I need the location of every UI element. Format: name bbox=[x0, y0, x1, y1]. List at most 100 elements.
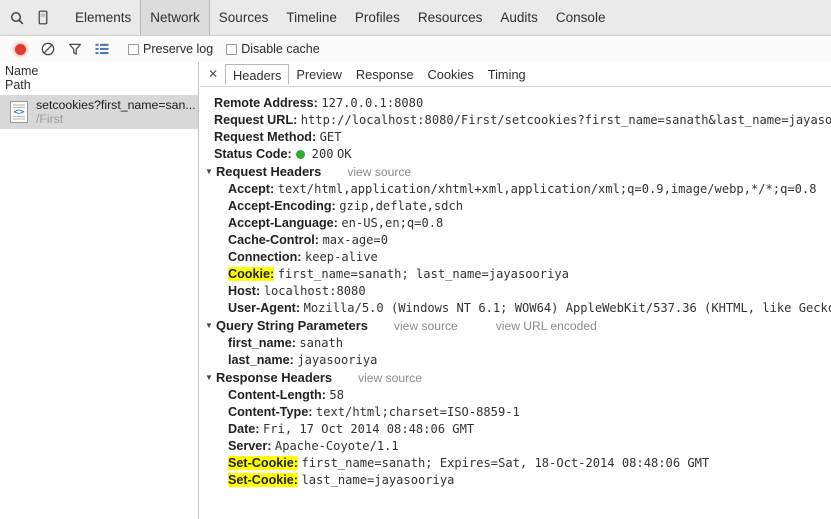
query-row-first-name: first_name: sanath bbox=[200, 335, 831, 352]
remote-address-row: Remote Address: 127.0.0.1:8080 bbox=[200, 95, 831, 112]
chevron-down-icon: ▼ bbox=[205, 167, 213, 177]
tab-console[interactable]: Console bbox=[547, 0, 615, 35]
last-name-value: jayasooriya bbox=[297, 353, 378, 367]
header-row-connection: Connection: keep-alive bbox=[200, 249, 831, 266]
response-headers-view-source[interactable]: view source bbox=[358, 371, 422, 385]
tab-audits[interactable]: Audits bbox=[491, 0, 547, 35]
connection-key: Connection: bbox=[228, 250, 302, 264]
request-detail-panel: ✕ Headers Preview Response Cookies Timin… bbox=[200, 62, 831, 519]
query-string-view-source[interactable]: view source bbox=[394, 319, 458, 333]
accept-encoding-key: Accept-Encoding: bbox=[228, 199, 336, 213]
disable-cache-checkbox[interactable]: Disable cache bbox=[226, 42, 320, 56]
status-ok-icon bbox=[296, 149, 306, 159]
cache-control-value: max-age=0 bbox=[322, 233, 388, 247]
first-name-key: first_name: bbox=[228, 336, 296, 350]
content-length-key: Content-Length: bbox=[228, 388, 326, 402]
header-row-accept-encoding: Accept-Encoding: gzip,deflate,sdch bbox=[200, 198, 831, 215]
status-code-value: 200 bbox=[311, 147, 334, 161]
set-cookie-key-2: Set-Cookie: bbox=[228, 473, 298, 487]
tab-elements[interactable]: Elements bbox=[66, 0, 140, 35]
device-toggle-icon[interactable] bbox=[30, 5, 56, 31]
close-icon[interactable]: ✕ bbox=[205, 66, 221, 82]
preserve-log-label: Preserve log bbox=[143, 42, 214, 56]
request-headers-view-source[interactable]: view source bbox=[347, 165, 411, 179]
status-code-text: OK bbox=[337, 147, 352, 161]
status-code-row: Status Code: 200 OK bbox=[200, 146, 831, 163]
network-toolbar: Preserve log Disable cache bbox=[0, 36, 831, 62]
last-name-key: last_name: bbox=[228, 353, 294, 367]
header-row-date: Date: Fri, 17 Oct 2014 08:48:06 GMT bbox=[200, 421, 831, 438]
list-view-icon[interactable] bbox=[88, 38, 115, 60]
host-value: localhost:8080 bbox=[263, 284, 366, 298]
header-row-set-cookie-1: Set-Cookie: first_name=sanath; Expires=S… bbox=[200, 455, 831, 472]
query-string-section-header[interactable]: ▼ Query String Parameters view source view … bbox=[200, 317, 831, 335]
request-url-key: Request URL: bbox=[214, 113, 298, 127]
header-row-content-type: Content-Type: text/html;charset=ISO-8859… bbox=[200, 404, 831, 421]
record-icon[interactable] bbox=[7, 38, 34, 60]
svg-text:<>: <> bbox=[14, 108, 25, 118]
request-url-row: Request URL: http://localhost:8080/First… bbox=[200, 112, 831, 129]
request-name: setcookies?first_name=san... bbox=[36, 98, 196, 112]
header-row-accept: Accept: text/html,application/xhtml+xml,… bbox=[200, 181, 831, 198]
request-path: /First bbox=[36, 112, 64, 126]
tab-profiles[interactable]: Profiles bbox=[346, 0, 409, 35]
chevron-down-icon: ▼ bbox=[205, 321, 213, 331]
accept-language-value: en-US,en;q=0.8 bbox=[341, 216, 444, 230]
request-list-header: Name Path bbox=[0, 62, 198, 95]
request-url-value: http://localhost:8080/First/setcookies?f… bbox=[300, 113, 831, 127]
clear-icon[interactable] bbox=[34, 38, 61, 60]
accept-key: Accept: bbox=[228, 182, 275, 196]
cache-control-key: Cache-Control: bbox=[228, 233, 319, 247]
remote-address-value: 127.0.0.1:8080 bbox=[321, 96, 424, 110]
tab-timing[interactable]: Timing bbox=[481, 64, 533, 85]
detail-tab-bar: ✕ Headers Preview Response Cookies Timin… bbox=[200, 62, 831, 87]
column-header-path[interactable]: Path bbox=[5, 78, 198, 92]
tab-cookies[interactable]: Cookies bbox=[421, 64, 481, 85]
tab-preview[interactable]: Preview bbox=[289, 64, 349, 85]
content-type-value: text/html;charset=ISO-8859-1 bbox=[315, 405, 520, 419]
tab-timeline[interactable]: Timeline bbox=[277, 0, 346, 35]
user-agent-key: User-Agent: bbox=[228, 301, 301, 315]
panel-tab-list: Elements Network Sources Timeline Profil… bbox=[66, 0, 614, 35]
header-row-cookie: Cookie: first_name=sanath; last_name=jay… bbox=[200, 266, 831, 283]
query-string-view-url-encoded[interactable]: view URL encoded bbox=[496, 319, 597, 333]
devtools-window: Elements Network Sources Timeline Profil… bbox=[0, 0, 831, 519]
tab-headers[interactable]: Headers bbox=[225, 63, 290, 85]
host-key: Host: bbox=[228, 284, 261, 298]
response-headers-section-header[interactable]: ▼ Response Headers view source bbox=[200, 369, 831, 387]
request-headers-section-header[interactable]: ▼ Request Headers view source bbox=[200, 163, 831, 181]
tab-resources[interactable]: Resources bbox=[409, 0, 492, 35]
set-cookie-value-1: first_name=sanath; Expires=Sat, 18-Oct-2… bbox=[301, 456, 710, 470]
set-cookie-value-2: last_name=jayasooriya bbox=[301, 473, 455, 487]
request-list-panel: Name Path <> setcookies?first_name=san..… bbox=[0, 62, 199, 519]
tab-response[interactable]: Response bbox=[349, 64, 421, 85]
tab-sources[interactable]: Sources bbox=[210, 0, 278, 35]
status-code-key: Status Code: bbox=[214, 147, 292, 161]
search-icon[interactable] bbox=[4, 5, 30, 31]
chevron-down-icon: ▼ bbox=[205, 373, 213, 383]
accept-value: text/html,application/xhtml+xml,applicat… bbox=[277, 182, 817, 196]
content-length-value: 58 bbox=[329, 388, 344, 402]
request-list-row[interactable]: <> setcookies?first_name=san... /First bbox=[0, 95, 198, 129]
disable-cache-label: Disable cache bbox=[241, 42, 320, 56]
accept-language-key: Accept-Language: bbox=[228, 216, 338, 230]
date-value: Fri, 17 Oct 2014 08:48:06 GMT bbox=[263, 422, 475, 436]
connection-value: keep-alive bbox=[304, 250, 378, 264]
filter-icon[interactable] bbox=[61, 38, 88, 60]
header-row-accept-language: Accept-Language: en-US,en;q=0.8 bbox=[200, 215, 831, 232]
server-key: Server: bbox=[228, 439, 272, 453]
disable-cache-box[interactable] bbox=[226, 43, 238, 55]
header-row-set-cookie-2: Set-Cookie: last_name=jayasooriya bbox=[200, 472, 831, 489]
date-key: Date: bbox=[228, 422, 260, 436]
cookie-value: first_name=sanath; last_name=jayasooriya bbox=[277, 267, 569, 281]
header-row-user-agent: User-Agent: Mozilla/5.0 (Windows NT 6.1;… bbox=[200, 300, 831, 317]
preserve-log-checkbox[interactable]: Preserve log bbox=[128, 42, 213, 56]
first-name-value: sanath bbox=[299, 336, 344, 350]
cookie-key: Cookie: bbox=[228, 267, 275, 281]
document-code-icon: <> bbox=[9, 100, 29, 124]
tab-network[interactable]: Network bbox=[140, 0, 210, 35]
header-row-cache-control: Cache-Control: max-age=0 bbox=[200, 232, 831, 249]
column-header-name[interactable]: Name bbox=[5, 64, 198, 78]
server-value: Apache-Coyote/1.1 bbox=[274, 439, 399, 453]
preserve-log-box[interactable] bbox=[128, 43, 139, 55]
